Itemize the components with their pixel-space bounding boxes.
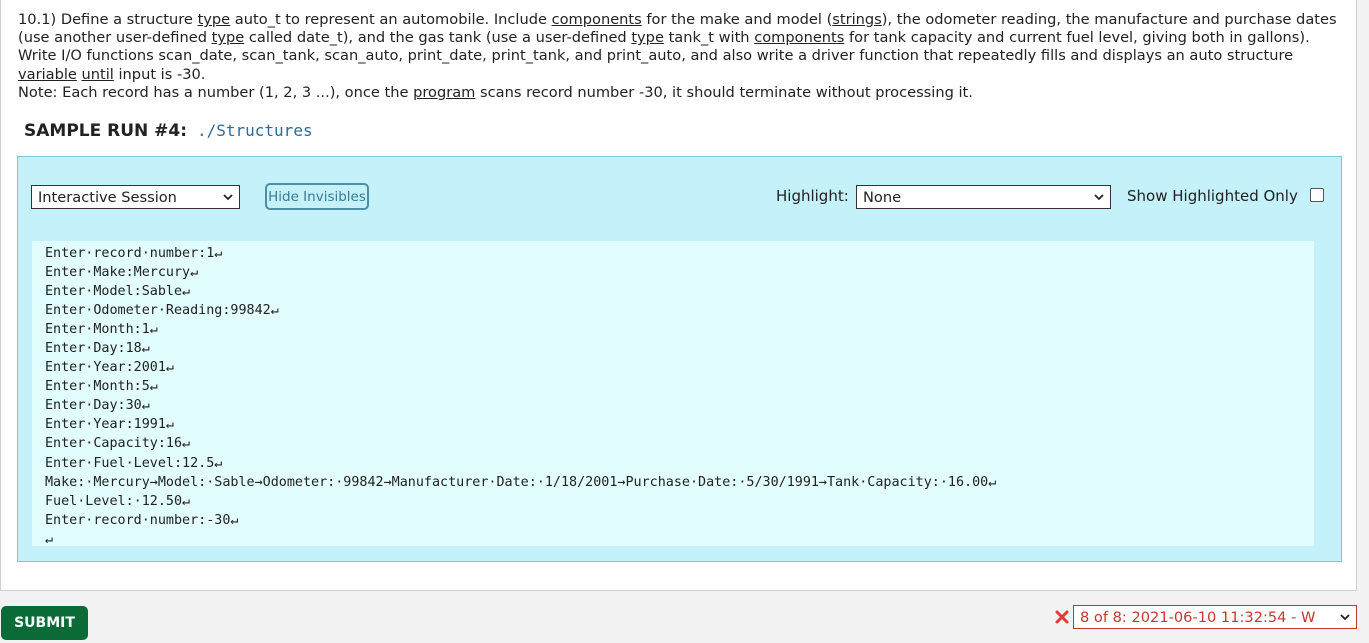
session-output: Enter·record·number:1↵ Enter·Make:Mercury… bbox=[32, 241, 1314, 547]
highlight-select[interactable]: None bbox=[856, 185, 1111, 209]
show-highlighted-only-checkbox[interactable] bbox=[1310, 188, 1324, 202]
output-line: Enter·Fuel·Level:12.5↵ bbox=[45, 455, 223, 471]
sample-run-command: ./Structures bbox=[196, 121, 313, 140]
session-mode-value: Interactive Session bbox=[38, 188, 177, 206]
output-line: Enter·Day:30↵ bbox=[45, 398, 150, 414]
glossary-link[interactable]: type bbox=[631, 29, 664, 46]
glossary-link[interactable]: type bbox=[212, 29, 245, 46]
output-line: Enter·Year:1991↵ bbox=[45, 417, 174, 433]
glossary-link[interactable]: until bbox=[82, 66, 114, 83]
description-text: called date_t), and the gas tank (use a … bbox=[244, 29, 632, 47]
description-text: 10.1) Define a structure bbox=[18, 11, 198, 28]
description-text: auto_t to represent an automobile. Inclu… bbox=[230, 11, 552, 28]
description-text: input is -30. bbox=[113, 65, 206, 83]
chevron-down-icon bbox=[223, 194, 233, 201]
description-text: scans record number -30, it should termi… bbox=[475, 83, 973, 101]
sample-run-title: SAMPLE RUN #4: bbox=[24, 121, 188, 141]
highlight-value: None bbox=[863, 188, 902, 206]
glossary-link[interactable]: components bbox=[552, 11, 642, 28]
glossary-link[interactable]: type bbox=[198, 11, 231, 28]
description-note: Note: Each record has a number (1, 2, 3 … bbox=[18, 84, 1348, 102]
glossary-link[interactable]: strings bbox=[832, 11, 882, 28]
output-line: Enter·Model:Sable↵ bbox=[45, 284, 191, 300]
sample-run-heading: SAMPLE RUN #4: ./Structures bbox=[24, 121, 313, 141]
description-text: Note: Each record has a number (1, 2, 3 … bbox=[18, 83, 414, 101]
submit-button[interactable]: SUBMIT bbox=[1, 606, 88, 640]
problem-description: 10.1) Define a structure type auto_t to … bbox=[18, 11, 1348, 102]
highlight-label: Highlight: bbox=[776, 187, 849, 205]
submission-attempt-select[interactable]: 8 of 8: 2021-06-10 11:32:54 - W bbox=[1073, 605, 1357, 629]
glossary-link[interactable]: variable bbox=[18, 66, 77, 83]
output-line: Enter·Make:Mercury↵ bbox=[45, 265, 199, 281]
output-line: Enter·Month:5↵ bbox=[45, 379, 158, 395]
output-line: ↵ bbox=[45, 531, 54, 547]
glossary-link[interactable]: components bbox=[754, 29, 844, 46]
glossary-link[interactable]: program bbox=[413, 84, 475, 101]
chevron-down-icon bbox=[1094, 194, 1104, 201]
submission-attempt-value: 8 of 8: 2021-06-10 11:32:54 - W bbox=[1080, 608, 1316, 626]
description-paragraph: 10.1) Define a structure type auto_t to … bbox=[18, 11, 1348, 84]
output-line: Fuel·Level:·12.50↵ bbox=[45, 493, 191, 509]
session-container: Interactive Session Hide Invisibles High… bbox=[17, 156, 1342, 562]
output-line: Enter·Year:2001↵ bbox=[45, 360, 174, 376]
output-line: Make:·Mercury→Model:·Sable→Odometer:·998… bbox=[45, 474, 997, 490]
chevron-down-icon bbox=[1340, 614, 1350, 621]
problem-panel: 10.1) Define a structure type auto_t to … bbox=[0, 0, 1357, 591]
x-icon bbox=[1055, 610, 1069, 624]
output-line: Enter·Day:18↵ bbox=[45, 341, 150, 357]
output-line: Enter·record·number:1↵ bbox=[45, 246, 223, 261]
show-highlighted-only-label: Show Highlighted Only bbox=[1127, 187, 1298, 205]
output-line: Enter·Month:1↵ bbox=[45, 322, 158, 338]
session-mode-select[interactable]: Interactive Session bbox=[31, 185, 240, 209]
description-text: tank_t with bbox=[663, 29, 755, 47]
output-line: Enter·record·number:-30↵ bbox=[45, 512, 239, 528]
output-line: Enter·Odometer·Reading:99842↵ bbox=[45, 303, 279, 319]
hide-invisibles-button[interactable]: Hide Invisibles bbox=[265, 183, 369, 210]
description-text: for the make and model ( bbox=[641, 11, 833, 28]
output-line: Enter·Capacity:16↵ bbox=[45, 436, 191, 452]
